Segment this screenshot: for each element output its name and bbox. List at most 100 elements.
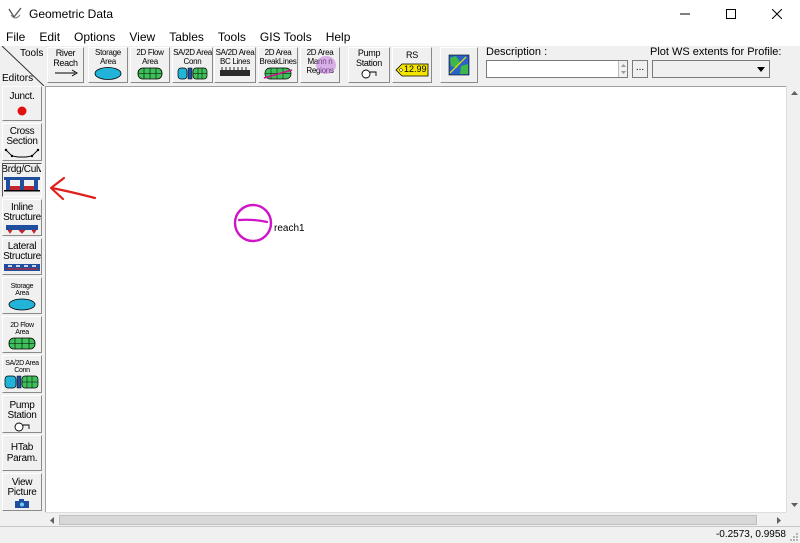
breaklines-label-2: BreakLines: [259, 57, 297, 66]
bridge-culvert-label: Brdg/Culv: [2, 164, 42, 175]
lateral-structure-label-2: Structure: [3, 251, 41, 262]
pump-station-label-2: Station: [356, 58, 382, 68]
breaklines-label-1: 2D Area: [264, 48, 292, 57]
title-bar: Geometric Data: [0, 0, 800, 28]
chevron-up-icon: [790, 91, 798, 95]
bridge-culvert-editor-button[interactable]: Brdg/Culv: [2, 163, 42, 197]
geometric-data-window: Geometric Data File Edit Options View Ta…: [0, 0, 800, 543]
vertical-scrollbar[interactable]: [786, 86, 800, 512]
sa-2d-conn-button[interactable]: SA/2D Area Conn: [172, 47, 213, 83]
menu-help[interactable]: Help: [319, 28, 358, 46]
flow-area-2d-editor-label-1: 2D Flow: [10, 322, 34, 329]
river-reach-label-2: Reach: [53, 58, 78, 68]
rs-button[interactable]: RS 12.99: [392, 47, 432, 83]
chevron-right-icon: [777, 516, 781, 524]
rs-label: RS: [406, 50, 418, 60]
junction-editor-button[interactable]: Junct.: [2, 86, 42, 121]
scroll-down-arrow[interactable]: [787, 498, 800, 512]
cursor-coordinates: -0.2573, 0.9958: [715, 529, 786, 540]
sa-2d-bc-label-2: BC Lines: [219, 57, 251, 66]
grid-area-icon: [8, 337, 36, 350]
minimize-button[interactable]: [662, 0, 708, 28]
chevron-down-icon: [754, 62, 768, 76]
sa-2d-bc-lines-button[interactable]: SA/2D Area BC Lines: [214, 47, 256, 83]
plot-ws-label: Plot WS extents for Profile:: [650, 46, 782, 58]
breaklines-button[interactable]: 2D Area BreakLines: [258, 47, 298, 83]
resize-grip-icon[interactable]: [789, 532, 799, 542]
pump-station-editor-label-2: Station: [7, 410, 37, 421]
sa-2d-conn-editor-label-1: SA/2D Area: [5, 360, 39, 367]
view-picture-label-2: Picture: [7, 487, 37, 498]
cross-section-editor-button[interactable]: Cross Section: [2, 123, 42, 161]
cross-section-label-2: Section: [6, 136, 38, 147]
close-button[interactable]: [754, 0, 800, 28]
spinner-arrows-icon: [621, 64, 626, 74]
reach-label: reach1: [274, 223, 305, 234]
editors-panel: Junct. Cross Section Brdg/Culv Inline St…: [0, 86, 44, 512]
flow-area-2d-editor-button[interactable]: 2D Flow Area: [2, 316, 42, 353]
junction-label: Junct.: [9, 91, 35, 102]
breakline-grid-icon: [263, 67, 293, 80]
htab-label-2: Param.: [6, 453, 38, 464]
menu-tables[interactable]: Tables: [162, 28, 211, 46]
rs-tag-icon: 12.99: [395, 63, 429, 77]
sa-2d-conn-label-2: Conn: [183, 57, 202, 66]
scroll-right-arrow[interactable]: [772, 513, 786, 527]
description-input[interactable]: [486, 60, 628, 78]
pump-station-editor-button[interactable]: Pump Station: [2, 395, 42, 433]
toolbar: Tools Editors River Reach Storage Area 2…: [0, 46, 800, 86]
plot-ws-profile-select[interactable]: [652, 60, 770, 78]
inline-structure-editor-button[interactable]: Inline Structure: [2, 199, 42, 236]
scroll-left-arrow[interactable]: [45, 513, 59, 527]
rs-value: 12.99: [404, 64, 427, 74]
river-reach-label-1: River: [55, 48, 76, 58]
menu-file[interactable]: File: [0, 28, 32, 46]
storage-area-icon: [8, 298, 36, 311]
geometry-canvas[interactable]: reach1: [45, 86, 786, 512]
flow-area-2d-editor-label-2: Area: [15, 329, 29, 336]
pump-station-button[interactable]: Pump Station: [348, 47, 390, 83]
mann-n-regions-button[interactable]: 2D Area Mann n Regions: [300, 47, 340, 83]
lateral-structure-editor-button[interactable]: Lateral Structure: [2, 238, 42, 275]
cross-section-profile-icon: [4, 148, 40, 158]
scroll-up-arrow[interactable]: [787, 86, 800, 100]
horizontal-scroll-thumb[interactable]: [59, 515, 757, 525]
menu-bar: File Edit Options View Tables Tools GIS …: [0, 28, 800, 46]
menu-gis-tools[interactable]: GIS Tools: [253, 28, 319, 46]
close-icon: [772, 9, 782, 19]
sa-2d-bc-label-1: SA/2D Area: [215, 48, 255, 57]
sa-connection-icon: [177, 67, 207, 80]
tools-label: Tools: [20, 48, 44, 59]
pump-station-label-1: Pump: [357, 48, 381, 58]
arrow-right-icon: [54, 69, 78, 77]
menu-tools[interactable]: Tools: [211, 28, 253, 46]
chevron-left-icon: [50, 516, 54, 524]
storage-area-button[interactable]: Storage Area: [88, 47, 128, 83]
htab-param-editor-button[interactable]: HTab Param.: [2, 435, 42, 471]
storage-area-editor-button[interactable]: Storage Area: [2, 277, 42, 314]
menu-options[interactable]: Options: [67, 28, 122, 46]
editors-label: Editors: [2, 73, 34, 84]
hec-ras-app-icon: [7, 6, 23, 22]
description-more-button[interactable]: ...: [632, 60, 648, 78]
minimize-icon: [680, 13, 690, 15]
menu-edit[interactable]: Edit: [32, 28, 67, 46]
storage-area-editor-label-1: Storage: [10, 283, 34, 290]
horizontal-scrollbar[interactable]: [45, 512, 786, 526]
map-view-button[interactable]: [440, 47, 478, 83]
storage-area-editor-label-2: Area: [15, 290, 29, 297]
description-spinner[interactable]: [618, 61, 627, 77]
htab-label-1: HTab: [10, 442, 34, 453]
view-picture-editor-button[interactable]: View Picture: [2, 473, 42, 511]
inline-structure-label-2: Structure: [3, 212, 41, 223]
status-bar: -0.2573, 0.9958: [0, 526, 800, 543]
sa-2d-conn-editor-button[interactable]: SA/2D Area Conn: [2, 355, 42, 393]
maximize-button[interactable]: [708, 0, 754, 28]
flow-area-2d-button[interactable]: 2D Flow Area: [130, 47, 170, 83]
sa-connection-icon: [4, 375, 39, 389]
grid-area-icon: [137, 67, 163, 80]
pump-icon: [361, 69, 377, 79]
menu-view[interactable]: View: [122, 28, 162, 46]
river-reach-button[interactable]: River Reach: [47, 47, 84, 83]
flow-area-2d-label-2: Area: [142, 57, 158, 66]
